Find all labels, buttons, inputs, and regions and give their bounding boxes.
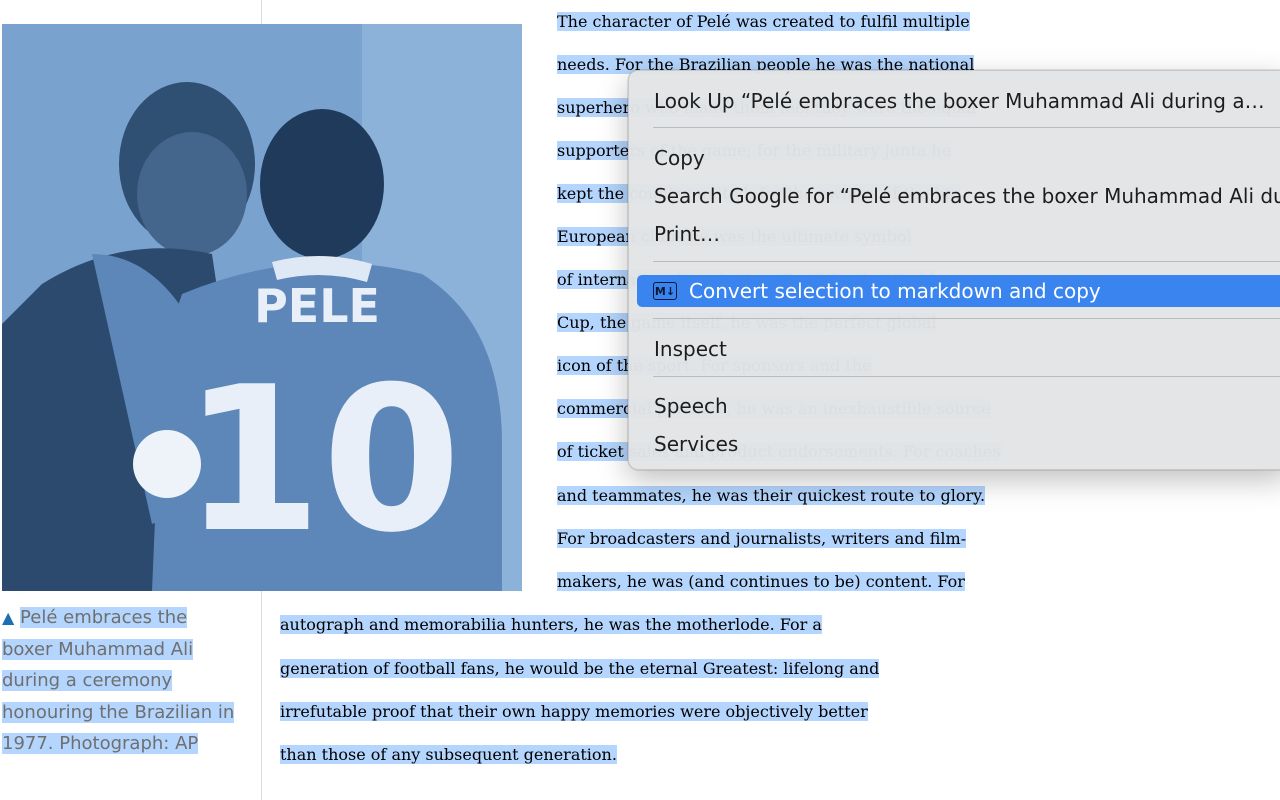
menu-item-search-google[interactable]: Search Google for “Pelé embraces the box… (637, 180, 1280, 212)
caption-marker-icon: ▲ (2, 608, 15, 627)
menu-item-inspect[interactable]: Inspect (637, 333, 1280, 365)
menu-item-look-up[interactable]: Look Up “Pelé embraces the boxer Muhamma… (637, 85, 1280, 117)
menu-item-speech[interactable]: Speech (637, 390, 1280, 422)
caption-line: honouring the Brazilian in (2, 701, 235, 723)
caption-line: boxer Muhammad Ali (2, 638, 194, 660)
menu-separator (653, 127, 1280, 128)
caption-line: ▲ Pelé embraces the (2, 607, 188, 628)
article-line: makers, he was (and continues to be) con… (557, 572, 965, 591)
article-line: than those of any subsequent generation. (280, 745, 617, 764)
menu-item-label: Convert selection to markdown and copy (689, 279, 1101, 303)
article-line: and teammates, he was their quickest rou… (557, 486, 986, 505)
caption-line: during a ceremony (2, 670, 173, 691)
article-photo: PELE 10 (2, 24, 522, 591)
menu-item-services[interactable]: Services (637, 428, 1280, 460)
photo-caption: ▲ Pelé embraces the boxer Muhammad Ali d… (2, 602, 252, 760)
menu-separator (653, 261, 1280, 262)
menu-item-convert-markdown[interactable]: M↓ Convert selection to markdown and copy (637, 275, 1280, 307)
shirt-number: 10 (183, 344, 461, 577)
article-line: The character of Pelé was created to ful… (557, 12, 970, 31)
article-line: generation of football fans, he would be… (280, 659, 880, 678)
menu-item-copy[interactable]: Copy (637, 142, 1280, 174)
shirt-name: PELE (254, 279, 380, 333)
markdown-icon: M↓ (653, 281, 677, 300)
menu-separator (653, 376, 1280, 377)
article-line: irrefutable proof that their own happy m… (280, 702, 868, 721)
article-line: autograph and memorabilia hunters, he wa… (280, 615, 822, 634)
menu-item-print[interactable]: Print… (637, 218, 1280, 250)
context-menu: Look Up “Pelé embraces the boxer Muhamma… (628, 70, 1280, 470)
photo-illustration: PELE 10 (2, 24, 522, 591)
caption-line: 1977. Photograph: AP (2, 733, 199, 754)
menu-separator (653, 318, 1280, 319)
article-line: For broadcasters and journalists, writer… (557, 529, 967, 548)
